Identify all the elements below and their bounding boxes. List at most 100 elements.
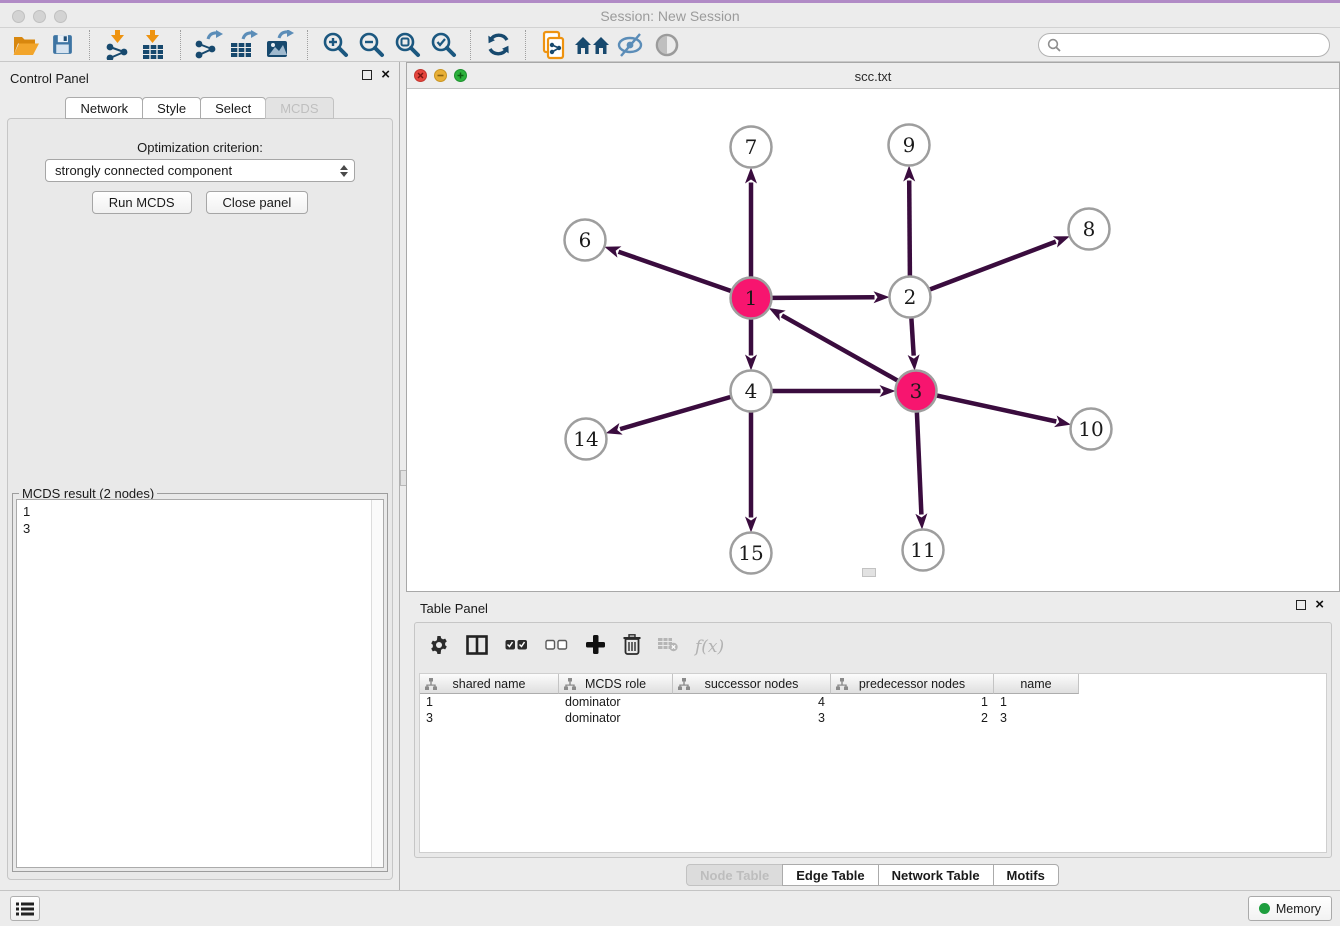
select-stepper-icon [340, 165, 348, 177]
show-column-button[interactable] [466, 635, 488, 660]
edge-3-10[interactable] [937, 396, 1056, 422]
edge-1-2[interactable] [773, 297, 875, 298]
column-header-shared-name[interactable]: shared name [420, 674, 559, 694]
edge-2-3[interactable] [911, 319, 913, 356]
node-9[interactable]: 9 [889, 125, 930, 166]
zoom-fit-icon [393, 31, 421, 59]
control-panel-tabs: NetworkStyleSelectMCDS [0, 97, 400, 119]
tab-mcds[interactable]: MCDS [265, 97, 333, 119]
network-canvas[interactable]: 7 9 6 8 1 2 4 3 14 10 15 11 [407, 89, 1339, 591]
float-table-panel-icon[interactable] [1296, 600, 1306, 610]
tab-node-table[interactable]: Node Table [686, 864, 783, 886]
table-row[interactable]: 3dominator323 [420, 710, 1326, 726]
run-mcds-button[interactable]: Run MCDS [92, 191, 192, 214]
deselect-all-button[interactable] [545, 638, 568, 656]
select-all-button[interactable] [505, 638, 528, 656]
task-history-button[interactable] [10, 896, 40, 921]
first-neighbors-button[interactable] [571, 29, 613, 61]
save-session-button[interactable] [44, 29, 80, 61]
tab-network-table[interactable]: Network Table [878, 864, 994, 886]
zoom-selected-icon [429, 31, 457, 59]
node-6[interactable]: 6 [565, 220, 606, 261]
table-cell[interactable]: 3 [673, 710, 831, 726]
node-10[interactable]: 10 [1071, 409, 1112, 450]
tab-edge-table[interactable]: Edge Table [782, 864, 878, 886]
edge-3-11[interactable] [917, 413, 922, 515]
export-image-icon [265, 30, 295, 60]
close-table-panel-icon[interactable]: × [1315, 600, 1324, 610]
show-eye-icon [654, 32, 680, 58]
node-15[interactable]: 15 [731, 533, 772, 574]
node-4[interactable]: 4 [731, 371, 772, 412]
svg-text:10: 10 [1078, 417, 1103, 441]
table-cell[interactable]: 1 [994, 694, 1079, 710]
open-file-button[interactable] [8, 29, 44, 61]
export-network-button[interactable] [190, 29, 226, 61]
table-cell[interactable]: 2 [831, 710, 994, 726]
tab-select[interactable]: Select [200, 97, 266, 119]
edge-1-6[interactable] [619, 252, 731, 291]
result-scrollbar[interactable] [371, 500, 383, 867]
horizontal-splitter-handle[interactable] [862, 568, 876, 577]
main-toolbar [0, 28, 1340, 62]
column-header-successor-nodes[interactable]: successor nodes [673, 674, 831, 694]
table-cell[interactable]: 1 [420, 694, 559, 710]
node-8[interactable]: 8 [1069, 209, 1110, 250]
zoom-fit-button[interactable] [389, 29, 425, 61]
table-cell[interactable]: 3 [420, 710, 559, 726]
table-cell[interactable]: 3 [994, 710, 1079, 726]
table-row[interactable]: 1dominator411 [420, 694, 1326, 710]
edge-2-9[interactable] [909, 181, 910, 276]
add-column-button[interactable] [585, 634, 606, 660]
close-panel-icon[interactable]: × [381, 70, 390, 80]
tab-style[interactable]: Style [142, 97, 201, 119]
duplicate-network-button[interactable] [535, 29, 571, 61]
float-panel-icon[interactable] [362, 70, 372, 80]
search-input[interactable] [1066, 38, 1321, 53]
node-2[interactable]: 2 [890, 277, 931, 318]
edge-2-8[interactable] [930, 242, 1056, 290]
optimization-criterion-select[interactable]: strongly connected component [45, 159, 355, 182]
column-header-MCDS-role[interactable]: MCDS role [559, 674, 673, 694]
import-network-button[interactable] [99, 29, 135, 61]
show-all-button[interactable] [649, 29, 685, 61]
edge-3-1[interactable] [782, 315, 897, 380]
export-table-button[interactable] [226, 29, 262, 61]
node-7[interactable]: 7 [731, 127, 772, 168]
zoom-selected-button[interactable] [425, 29, 461, 61]
node-11[interactable]: 11 [903, 530, 944, 571]
table-cell[interactable]: dominator [559, 710, 673, 726]
zoom-out-button[interactable] [353, 29, 389, 61]
table-cell[interactable]: 1 [831, 694, 994, 710]
node-1[interactable]: 1 [731, 278, 772, 319]
node-14[interactable]: 14 [566, 419, 607, 460]
zoom-out-icon [357, 31, 385, 59]
table-cell[interactable]: 4 [673, 694, 831, 710]
edge-4-14[interactable] [620, 397, 730, 429]
delete-column-button[interactable] [623, 634, 641, 660]
svg-text:9: 9 [903, 133, 916, 157]
refresh-button[interactable] [480, 29, 516, 61]
column-header-name[interactable]: name [994, 674, 1079, 694]
delete-table-button[interactable] [658, 637, 678, 657]
svg-text:2: 2 [904, 285, 917, 309]
node-3[interactable]: 3 [896, 371, 937, 412]
function-builder-button[interactable]: f(x) [695, 637, 724, 657]
svg-text:4: 4 [745, 379, 758, 403]
tab-network[interactable]: Network [65, 97, 143, 119]
network-window-titlebar[interactable]: scc.txt [407, 63, 1339, 89]
tab-motifs[interactable]: Motifs [993, 864, 1059, 886]
table-settings-button[interactable] [429, 635, 449, 660]
control-panel-header: Control Panel × [0, 62, 400, 94]
export-network-icon [193, 30, 223, 60]
hide-selected-button[interactable] [613, 29, 649, 61]
import-table-button[interactable] [135, 29, 171, 61]
table-cell[interactable]: dominator [559, 694, 673, 710]
close-panel-button[interactable]: Close panel [206, 191, 309, 214]
mcds-result-box[interactable]: 13 [16, 499, 384, 868]
svg-text:7: 7 [745, 135, 758, 159]
memory-button[interactable]: Memory [1248, 896, 1332, 921]
zoom-in-button[interactable] [317, 29, 353, 61]
export-image-button[interactable] [262, 29, 298, 61]
column-header-predecessor-nodes[interactable]: predecessor nodes [831, 674, 994, 694]
